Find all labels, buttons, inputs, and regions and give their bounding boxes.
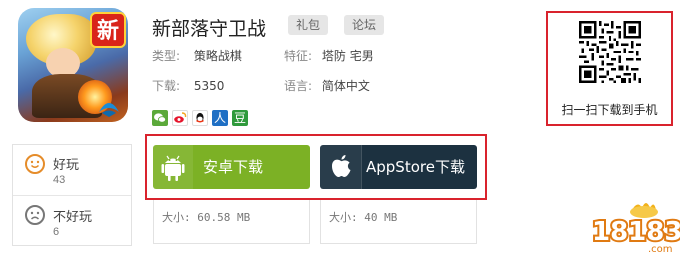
vote-positive-count: 43	[53, 174, 66, 186]
tag-gift[interactable]: 礼包	[288, 15, 329, 35]
qr-caption: 扫一扫下载到手机	[561, 103, 658, 117]
wechat-icon[interactable]	[152, 110, 168, 126]
android-size-text: 大小: 60.58 MB	[162, 211, 251, 224]
renren-icon[interactable]: 人	[212, 110, 228, 126]
meta-feature-label: 特征:	[284, 49, 313, 63]
app-icon: 新	[18, 8, 128, 122]
apple-icon	[332, 155, 351, 177]
appstore-download-label: AppStore下载	[366, 158, 465, 176]
android-size-box: 大小: 60.58 MB	[153, 200, 310, 244]
weibo-icon[interactable]	[172, 110, 188, 126]
vote-positive-label: 好玩	[53, 158, 80, 173]
ios-size-text: 大小: 40 MB	[329, 211, 398, 224]
meta-feature-value: 塔防 宅男	[321, 49, 374, 63]
vote-negative[interactable]: 不好玩 6	[13, 197, 131, 245]
vote-divider	[13, 195, 131, 196]
new-badge: 新	[90, 12, 126, 48]
appstore-download-button[interactable]: AppStore下载	[320, 145, 477, 189]
android-download-button[interactable]: 安卓下载	[153, 145, 310, 189]
watermark-suffix: .com	[648, 244, 673, 255]
qq-icon[interactable]	[192, 110, 208, 126]
watermark-text: 18183	[592, 217, 680, 247]
qr-code-image	[579, 21, 641, 83]
apple-icon-cell	[320, 145, 362, 189]
meta-type-value: 策略战棋	[193, 49, 242, 63]
meta-language-label: 语言:	[284, 79, 313, 93]
android-icon	[161, 155, 185, 181]
meta-type: 类型: 策略战棋	[152, 47, 242, 64]
meta-type-label: 类型:	[152, 49, 181, 63]
site-watermark-logo: 18183 .com	[590, 196, 684, 256]
ios-size-box: 大小: 40 MB	[320, 200, 477, 244]
share-icons-row: 人 豆	[152, 110, 248, 126]
meta-downloads-value: 5350	[193, 79, 225, 93]
qr-code-panel: 扫一扫下载到手机	[546, 11, 673, 126]
meta-feature: 特征: 塔防 宅男	[284, 47, 374, 64]
tag-forum[interactable]: 论坛	[344, 15, 385, 35]
meta-language-value: 简体中文	[321, 79, 370, 93]
android-icon-cell	[153, 145, 193, 189]
meta-language: 语言: 简体中文	[284, 77, 370, 94]
vote-positive[interactable]: 好玩 43	[13, 145, 131, 193]
meta-downloads: 下载: 5350	[152, 77, 224, 94]
android-download-label: 安卓下载	[203, 158, 264, 176]
meta-downloads-label: 下载:	[152, 79, 181, 93]
douban-icon[interactable]: 豆	[232, 110, 248, 126]
smile-face-icon	[25, 154, 45, 174]
vote-negative-count: 6	[53, 226, 60, 238]
tencent-games-icon	[99, 103, 119, 117]
app-title: 新部落守卫战	[152, 18, 267, 40]
vote-negative-label: 不好玩	[53, 210, 93, 225]
frown-face-icon	[25, 205, 45, 225]
vote-panel: 好玩 43 不好玩 6	[12, 144, 132, 246]
